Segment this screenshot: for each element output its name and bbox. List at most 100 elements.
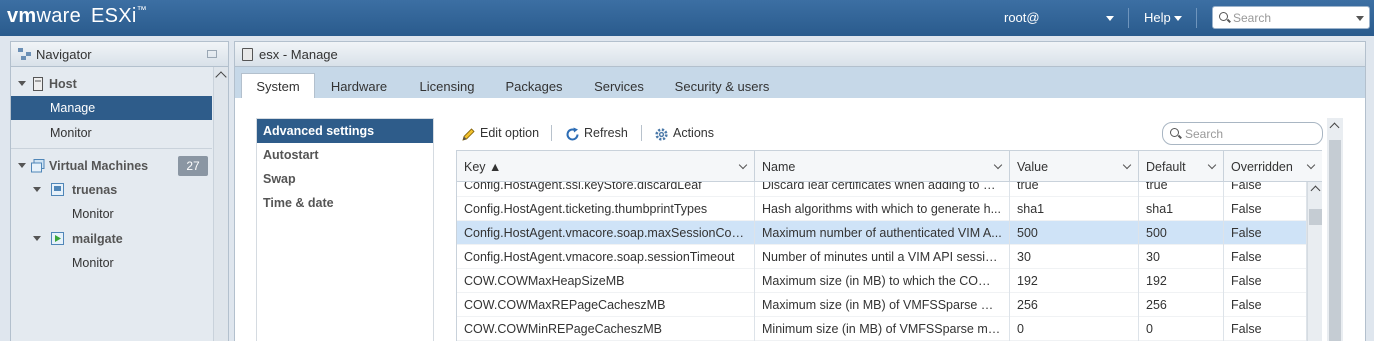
content-scrollbar[interactable] [1327,118,1343,341]
help-caret-icon[interactable] [1174,16,1182,21]
tab-system[interactable]: System [241,73,315,98]
cell-overridden: False [1224,245,1307,269]
nav-item-host[interactable]: Host [11,72,212,96]
refresh-button[interactable]: Refresh [565,125,635,143]
navigator-header: Navigator [11,42,228,67]
grid-scrollbar[interactable] [1307,182,1322,341]
column-menu-icon[interactable] [738,160,748,170]
expand-caret-icon[interactable] [18,81,26,86]
navigator-icon [18,48,31,60]
top-bar: vmware ESXi™ root@ Help [0,0,1374,36]
nav-item-truenas[interactable]: truenas [11,178,212,202]
divider [11,148,212,149]
nav-item-label: mailgate [72,232,123,246]
grid-body: Config.HostAgent.ssl.keyStore.discardLea… [457,182,1307,341]
nav-item-host-monitor[interactable]: Monitor [11,121,212,145]
minimize-icon[interactable] [207,50,217,58]
cell-default: true [1139,182,1224,197]
column-menu-icon[interactable] [1306,160,1316,170]
tab-packages[interactable]: Packages [495,74,573,98]
cell-overridden: False [1224,293,1307,317]
divider [551,125,552,141]
cell-key: Config.HostAgent.vmacore.soap.sessionTim… [457,245,755,269]
cell-name: Number of minutes until a VIM API sessio… [755,245,1010,269]
search-dropdown-icon[interactable] [1356,16,1364,21]
column-menu-icon[interactable] [993,160,1003,170]
help-menu[interactable]: Help [1144,10,1171,25]
column-menu-icon[interactable] [1207,160,1217,170]
scroll-thumb[interactable] [1309,209,1322,225]
nav-item-manage[interactable]: Manage [11,96,212,120]
cell-name: Maximum number of authenticated VIM A... [755,221,1010,245]
menu-autostart[interactable]: Autostart [257,143,433,167]
cell-value: 0 [1010,317,1139,341]
nav-item-label: truenas [72,183,118,197]
actions-button[interactable]: Actions [654,125,724,143]
navigator-title: Navigator [36,47,92,62]
cell-key: Config.HostAgent.ticketing.thumbprintTyp… [457,197,755,221]
global-search-input[interactable] [1233,10,1353,25]
nav-item-virtual-machines[interactable]: Virtual Machines 27 [11,154,212,178]
cell-key: Config.HostAgent.ssl.keyStore.discardLea… [457,182,755,197]
pencil-icon [462,128,475,141]
grid-search[interactable] [1162,122,1323,145]
column-header-name[interactable]: Name [755,151,1010,182]
scroll-thumb[interactable] [1329,140,1341,341]
advanced-settings-grid: Key ▲ Name Value Default Overridden Conf… [456,150,1322,341]
cell-default: 30 [1139,245,1224,269]
panel-header: esx - Manage [235,42,1365,67]
cell-name: Maximum size (in MB) of VMFSSparse me... [755,293,1010,317]
menu-swap[interactable]: Swap [257,167,433,191]
tab-security-users[interactable]: Security & users [667,74,777,98]
cell-value: sha1 [1010,197,1139,221]
table-row[interactable]: Config.HostAgent.vmacore.soap.maxSession… [457,221,1307,245]
table-row[interactable]: COW.COWMinREPageCacheszMB Minimum size (i… [457,317,1307,341]
tab-hardware[interactable]: Hardware [319,74,399,98]
nav-item-mailgate[interactable]: mailgate [11,227,212,251]
edit-option-button[interactable]: Edit option [461,125,551,143]
divider [641,125,642,141]
cell-key: COW.COWMinREPageCacheszMB [457,317,755,341]
cell-overridden: False [1224,197,1307,221]
cell-key: COW.COWMaxHeapSizeMB [457,269,755,293]
table-row[interactable]: Config.HostAgent.vmacore.soap.sessionTim… [457,245,1307,269]
nav-item-mailgate-monitor[interactable]: Monitor [11,251,212,275]
expand-caret-icon[interactable] [18,163,26,168]
nav-item-label: Monitor [50,126,92,140]
cell-default: 0 [1139,317,1224,341]
host-icon [242,48,253,61]
expand-caret-icon[interactable] [33,236,41,241]
user-menu-caret-icon[interactable] [1106,16,1114,21]
cell-default: 192 [1139,269,1224,293]
scroll-up-icon[interactable] [215,71,227,83]
navigator-panel: Navigator Host Manage Monitor Virtual Ma… [10,41,229,341]
column-header-overridden[interactable]: Overridden [1224,151,1322,182]
navigator-scrollbar[interactable] [213,67,228,341]
menu-advanced-settings[interactable]: Advanced settings [257,119,433,143]
table-row[interactable]: COW.COWMaxHeapSizeMB Maximum size (in MB)… [457,269,1307,293]
tab-licensing[interactable]: Licensing [407,74,487,98]
expand-caret-icon[interactable] [33,187,41,192]
cell-name: Hash algorithms with which to generate h… [755,197,1010,221]
nav-item-truenas-monitor[interactable]: Monitor [11,202,212,226]
column-header-default[interactable]: Default [1139,151,1224,182]
nav-item-label: Host [49,77,77,91]
global-search[interactable] [1212,6,1370,29]
cell-value: 500 [1010,221,1139,245]
table-row[interactable]: COW.COWMaxREPageCacheszMB Maximum size (i… [457,293,1307,317]
scroll-up-icon[interactable] [1329,122,1340,133]
cell-name: Maximum size (in MB) to which the COW ..… [755,269,1010,293]
column-header-value[interactable]: Value [1010,151,1139,182]
cell-key: COW.COWMaxREPageCacheszMB [457,293,755,317]
table-row[interactable]: Config.HostAgent.ticketing.thumbprintTyp… [457,197,1307,221]
grid-search-input[interactable] [1185,126,1315,141]
user-menu[interactable]: root@ [1004,10,1040,25]
scroll-up-icon[interactable] [1310,185,1321,196]
tab-services[interactable]: Services [581,74,657,98]
vm-icon [51,183,64,196]
menu-time-date[interactable]: Time & date [257,191,433,215]
column-header-key[interactable]: Key ▲ [457,151,755,182]
manage-panel: esx - Manage System Hardware Licensing P… [234,41,1366,341]
table-row[interactable]: Config.HostAgent.ssl.keyStore.discardLea… [457,182,1307,197]
column-menu-icon[interactable] [1122,160,1132,170]
